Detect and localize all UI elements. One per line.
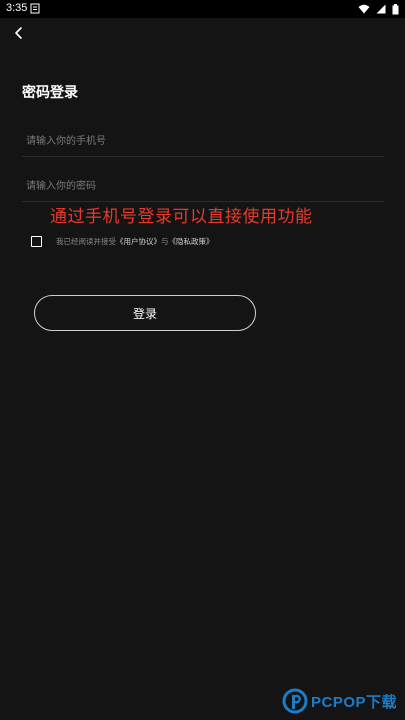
status-time: 3:35 <box>6 2 28 14</box>
overlay-caption: 通过手机号登录可以直接使用功能 <box>50 207 313 227</box>
privacy-policy-link[interactable]: 《隐私政策》 <box>169 236 214 247</box>
battery-icon <box>392 3 399 14</box>
chevron-left-icon <box>15 27 22 39</box>
status-icons <box>358 3 399 15</box>
watermark: PCPOP下载 <box>282 688 397 714</box>
status-bar: 3:35 <box>0 0 405 18</box>
page-title: 密码登录 <box>22 85 78 101</box>
user-agreement-link[interactable]: 《用户协议》 <box>116 236 161 247</box>
signal-icon <box>376 4 386 14</box>
password-input[interactable] <box>22 172 384 202</box>
watermark-logo-icon <box>282 688 308 714</box>
agreement-prefix: 我已经阅读并接受 <box>56 237 116 246</box>
agreement-conjunction: 与 <box>161 237 169 246</box>
phone-input[interactable] <box>22 127 384 157</box>
back-button[interactable] <box>8 22 30 44</box>
watermark-text: PCPOP下载 <box>310 693 397 711</box>
agreement-text: 我已经阅读并接受 《用户协议》 与 《隐私政策》 <box>56 236 214 247</box>
login-button[interactable]: 登录 <box>34 295 256 331</box>
agreement-checkbox[interactable] <box>31 236 42 247</box>
agreement-row: 我已经阅读并接受 《用户协议》 与 《隐私政策》 <box>31 236 214 247</box>
notification-icon <box>30 3 40 14</box>
wifi-icon <box>358 4 370 14</box>
